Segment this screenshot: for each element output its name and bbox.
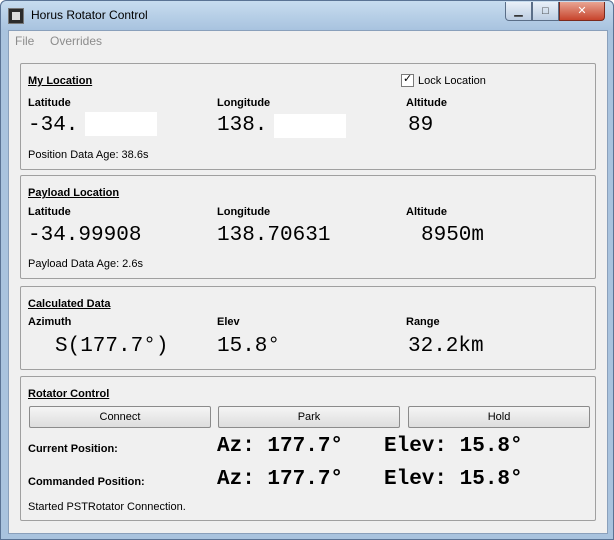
payload-altitude-value: 8950m	[421, 224, 485, 247]
redaction	[274, 114, 346, 138]
connect-button[interactable]: Connect	[29, 406, 211, 428]
payload-latitude-value: -34.99908	[28, 224, 142, 247]
current-elev-value: Elev: 15.8°	[384, 435, 523, 458]
my-altitude-label: Altitude	[406, 97, 447, 109]
current-az-value: Az: 177.7°	[217, 435, 344, 458]
title-bar[interactable]: Horus Rotator Control ▁ □ ✕	[1, 1, 613, 30]
current-position-label: Current Position:	[28, 443, 118, 455]
park-button[interactable]: Park	[218, 406, 400, 428]
redaction	[85, 112, 157, 136]
rotator-control-group: Rotator Control Connect Park Hold Curren…	[20, 376, 596, 521]
payload-altitude-label: Altitude	[406, 206, 447, 218]
payload-longitude-label: Longitude	[217, 206, 271, 218]
calculated-data-title: Calculated Data	[28, 298, 111, 310]
my-latitude-label: Latitude	[28, 97, 71, 109]
payload-latitude-label: Latitude	[28, 206, 71, 218]
position-data-age: Position Data Age: 38.6s	[28, 149, 149, 161]
app-icon	[8, 8, 24, 24]
status-message: Started PSTRotator Connection.	[28, 501, 186, 513]
range-label: Range	[406, 316, 440, 328]
azimuth-label: Azimuth	[28, 316, 72, 328]
minimize-button[interactable]: ▁	[505, 2, 532, 21]
payload-longitude-value: 138.70631	[217, 224, 331, 247]
window-title: Horus Rotator Control	[31, 8, 148, 22]
menu-bar: File Overrides	[9, 31, 607, 53]
payload-location-group: Payload Location Latitude Longitude Alti…	[20, 175, 596, 279]
app-window: Horus Rotator Control ▁ □ ✕ File Overrid…	[0, 0, 614, 540]
menu-overrides[interactable]: Overrides	[50, 34, 102, 48]
my-longitude-label: Longitude	[217, 97, 271, 109]
commanded-position-label: Commanded Position:	[28, 476, 145, 488]
maximize-button[interactable]: □	[532, 2, 559, 21]
lock-location-checkbox[interactable]	[401, 72, 414, 87]
elev-value: 15.8°	[217, 335, 281, 358]
range-value: 32.2km	[408, 335, 484, 358]
payload-data-age: Payload Data Age: 2.6s	[28, 258, 143, 270]
client-area: File Overrides My Location Lock Location…	[8, 30, 608, 534]
payload-location-title: Payload Location	[28, 187, 120, 199]
commanded-az-value: Az: 177.7°	[217, 468, 344, 491]
my-longitude-value: 138.	[217, 114, 268, 137]
calculated-data-group: Calculated Data Azimuth Elev Range S(177…	[20, 286, 596, 370]
hold-button[interactable]: Hold	[408, 406, 590, 428]
elev-label: Elev	[217, 316, 240, 328]
my-location-title: My Location	[28, 75, 93, 87]
my-latitude-value: -34.	[28, 114, 79, 137]
my-altitude-value: 89	[408, 114, 434, 137]
rotator-control-title: Rotator Control	[28, 388, 110, 400]
close-button[interactable]: ✕	[559, 2, 605, 21]
menu-file[interactable]: File	[15, 34, 34, 48]
my-location-group: My Location Lock Location Latitude Longi…	[20, 63, 596, 170]
commanded-elev-value: Elev: 15.8°	[384, 468, 523, 491]
lock-location-label: Lock Location	[418, 75, 486, 87]
azimuth-value: S(177.7°)	[55, 335, 169, 358]
